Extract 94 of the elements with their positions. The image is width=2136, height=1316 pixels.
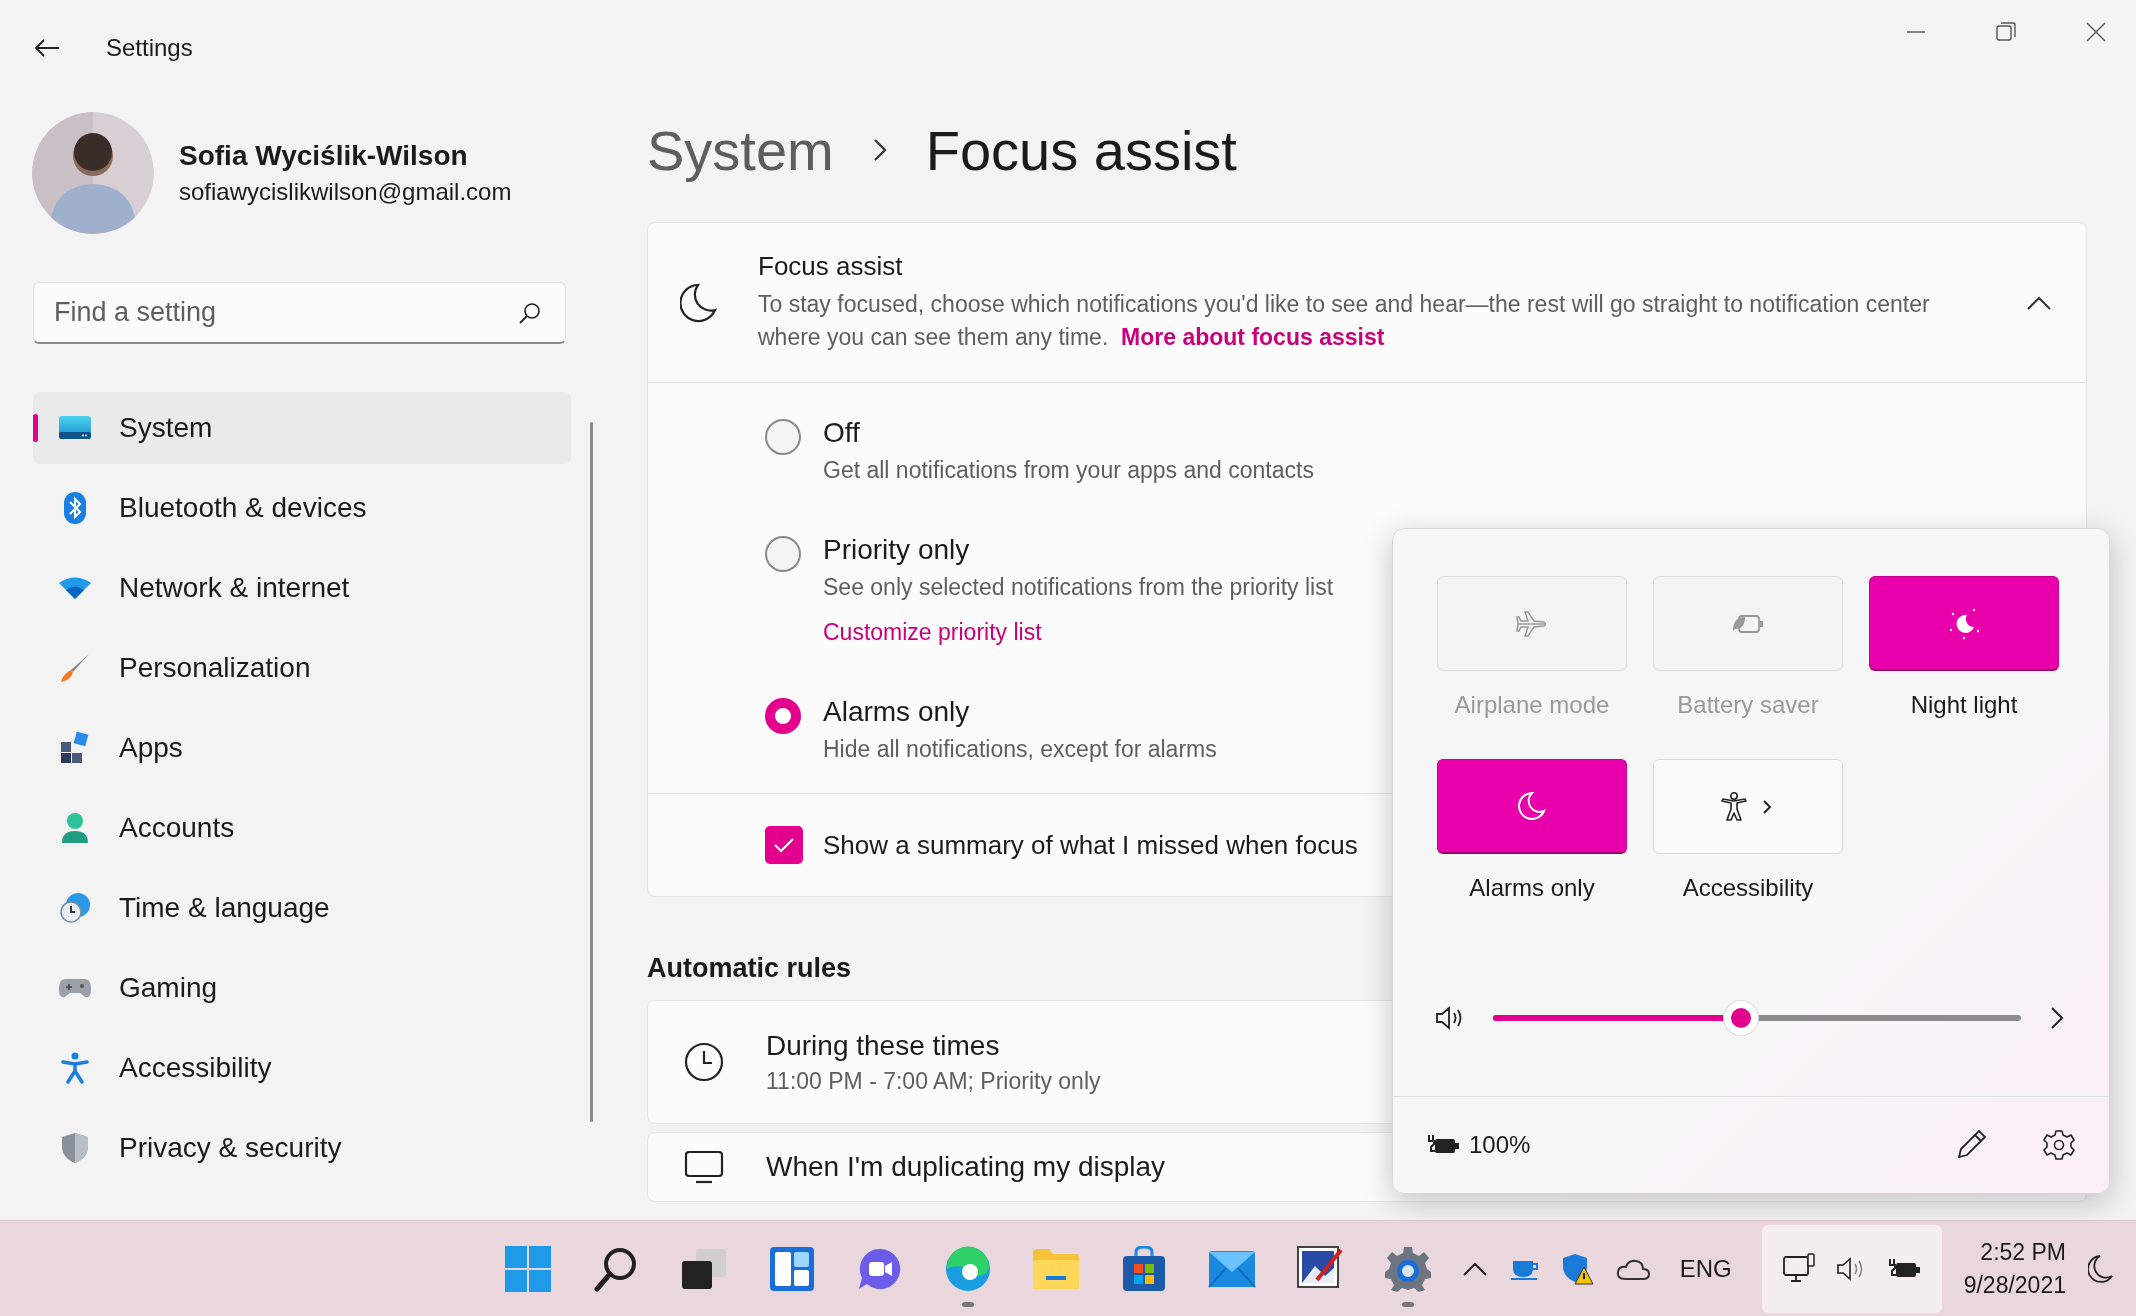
option-description: Hide all notifications, except for alarms bbox=[823, 736, 1217, 763]
chevron-up-icon[interactable] bbox=[2026, 294, 2052, 311]
window-title: Settings bbox=[106, 34, 193, 62]
card-description: To stay focused, choose which notifications you'd like to see and hear—the rest will go straight to notification center where you can see them any time. More about focus assist bbox=[758, 290, 1931, 352]
search-icon[interactable] bbox=[594, 1245, 638, 1292]
system-tray-button[interactable] bbox=[1761, 1224, 1942, 1313]
shield-icon bbox=[61, 1132, 89, 1164]
radio-button[interactable] bbox=[765, 698, 801, 734]
nav-item[interactable]: Apps bbox=[33, 712, 571, 784]
accessibility-icon bbox=[61, 1052, 89, 1084]
breadcrumb-link[interactable]: System bbox=[647, 117, 834, 183]
bluetooth-icon bbox=[64, 492, 86, 524]
apps-icon bbox=[59, 732, 91, 764]
monitor-icon bbox=[684, 1150, 724, 1184]
battery-percentage: 100% bbox=[1469, 1131, 1531, 1159]
monitor-icon bbox=[58, 415, 92, 441]
running-indicator bbox=[1402, 1301, 1414, 1307]
chevron-right-icon[interactable] bbox=[2049, 1005, 2065, 1031]
option-label: Alarms only bbox=[823, 696, 971, 728]
tile-label: Night light bbox=[1910, 691, 2018, 719]
checkbox-label: Show a summary of what I missed when focus bbox=[823, 829, 1358, 861]
task-view-icon[interactable] bbox=[682, 1248, 726, 1289]
user-email: sofiawycislikwilson@gmail.com bbox=[179, 178, 512, 206]
toggle-tile[interactable] bbox=[1869, 576, 2059, 671]
tile-label: Battery saver bbox=[1677, 691, 1819, 719]
brush-icon bbox=[59, 652, 91, 684]
radio-button[interactable] bbox=[765, 419, 801, 455]
shield-warning-icon[interactable] bbox=[1561, 1252, 1594, 1285]
widgets-icon[interactable] bbox=[770, 1246, 814, 1291]
option-label: Off bbox=[823, 417, 861, 449]
page-title: Focus assist bbox=[925, 117, 1237, 183]
checkmark-icon bbox=[773, 836, 795, 854]
chevron-right-icon bbox=[871, 137, 888, 163]
avatar-icon bbox=[32, 112, 154, 234]
clock-icon bbox=[684, 1042, 724, 1082]
toggle-tile[interactable] bbox=[1437, 759, 1627, 854]
card-title: Focus assist bbox=[758, 251, 904, 282]
battery-leaf-icon bbox=[1731, 612, 1765, 635]
settings-icon[interactable] bbox=[2043, 1129, 2075, 1161]
language-indicator[interactable]: ENG bbox=[1679, 1254, 1732, 1283]
rule-subtitle: 11:00 PM - 7:00 AM; Priority only bbox=[766, 1067, 1102, 1095]
option-description: Get all notifications from your apps and contacts bbox=[823, 457, 1314, 484]
pencil-icon[interactable] bbox=[1955, 1129, 1987, 1161]
option-description: See only selected notifications from the priority list bbox=[823, 574, 1334, 601]
running-indicator bbox=[962, 1301, 974, 1307]
nav-item[interactable]: Accessibility bbox=[33, 1032, 571, 1104]
option-label: Priority only bbox=[823, 534, 971, 566]
close-icon[interactable] bbox=[2086, 22, 2106, 42]
rule-title: During these times bbox=[766, 1029, 1001, 1062]
rule-title: When I'm duplicating my display bbox=[766, 1151, 1167, 1183]
search-icon bbox=[518, 301, 542, 325]
restore-icon[interactable] bbox=[1996, 22, 2016, 42]
nav-item[interactable]: Privacy & security bbox=[33, 1112, 571, 1184]
customize-link[interactable]: Customize priority list bbox=[823, 619, 1334, 646]
airplane-icon bbox=[1516, 609, 1548, 638]
nav-item[interactable]: Bluetooth & devices bbox=[33, 472, 571, 544]
shopping-bag-icon[interactable] bbox=[1122, 1245, 1166, 1292]
moon-icon bbox=[1518, 791, 1546, 821]
more-link[interactable]: More about focus assist bbox=[1121, 324, 1385, 350]
envelope-icon[interactable] bbox=[1208, 1249, 1256, 1288]
checkbox[interactable] bbox=[765, 826, 803, 864]
gamepad-icon bbox=[58, 976, 92, 1000]
nav-item[interactable]: Network & internet bbox=[33, 552, 571, 624]
chat-icon[interactable] bbox=[857, 1246, 903, 1291]
moon-stars-icon bbox=[1947, 606, 1981, 640]
moon-icon[interactable] bbox=[2088, 1253, 2114, 1284]
clock-date[interactable]: 9/28/2021 bbox=[1963, 1271, 2066, 1299]
tile-label: Alarms only bbox=[1469, 874, 1595, 902]
wifi-icon bbox=[58, 576, 92, 600]
chevron-up-icon[interactable] bbox=[1461, 1260, 1488, 1277]
globe-clock-icon bbox=[59, 892, 91, 924]
browser-icon[interactable] bbox=[945, 1245, 991, 1292]
person-icon bbox=[61, 812, 89, 844]
moon-icon bbox=[680, 281, 718, 324]
back-arrow-icon[interactable] bbox=[34, 38, 60, 58]
selection-indicator bbox=[33, 414, 38, 442]
user-name: Sofia Wyciślik-Wilson bbox=[179, 140, 469, 172]
cloud-icon[interactable] bbox=[1615, 1257, 1650, 1280]
clock-time[interactable]: 2:52 PM bbox=[1980, 1238, 2066, 1266]
radio-button[interactable] bbox=[765, 536, 801, 572]
slider-thumb[interactable] bbox=[1724, 1001, 1759, 1035]
tile-label: Airplane mode bbox=[1454, 691, 1610, 719]
tile-label: Accessibility bbox=[1682, 874, 1814, 902]
section-heading: Automatic rules bbox=[647, 953, 853, 984]
nav-item[interactable]: Gaming bbox=[33, 952, 571, 1024]
nav-item[interactable]: Personalization bbox=[33, 632, 571, 704]
nav-item[interactable]: Accounts bbox=[33, 792, 571, 864]
nav-item[interactable]: Time & language bbox=[33, 872, 571, 944]
volume-slider[interactable] bbox=[1493, 1001, 2021, 1035]
folder-icon[interactable] bbox=[1032, 1247, 1080, 1290]
search-field[interactable]: Find a setting bbox=[33, 282, 566, 344]
network-icon bbox=[1781, 1252, 1816, 1285]
nav-item[interactable]: System bbox=[33, 392, 571, 464]
scrollbar[interactable] bbox=[590, 422, 593, 1122]
